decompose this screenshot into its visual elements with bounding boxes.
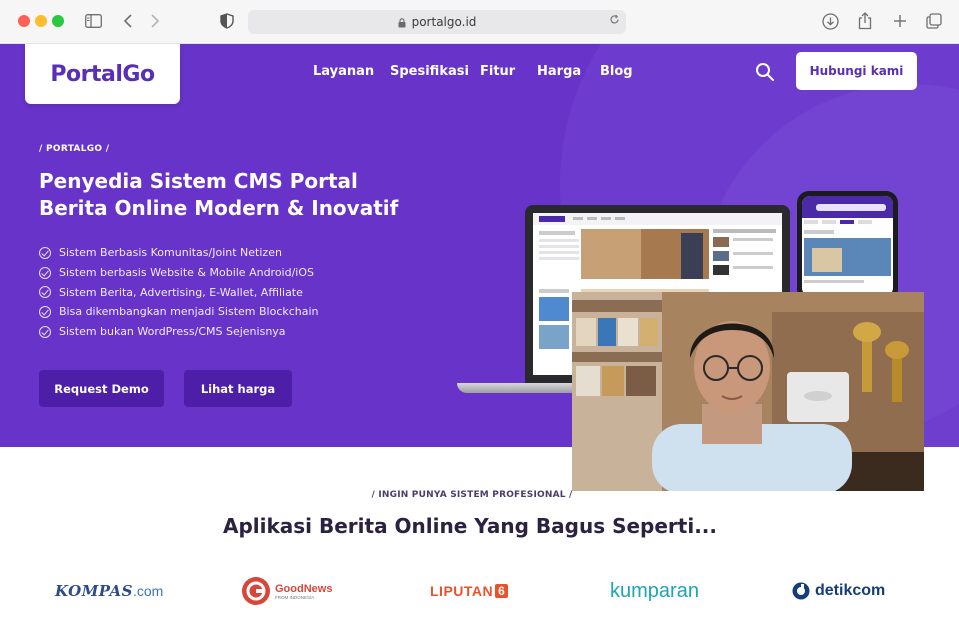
browser-toolbar: portalgo.id [0,0,959,44]
search-icon[interactable] [755,62,775,82]
partner-logo-liputan6[interactable]: LIPUTAN 6 [430,578,508,604]
liputan-number: 6 [495,584,508,598]
minimize-window-button[interactable] [35,15,47,27]
download-icon[interactable] [821,12,839,30]
nav-blog[interactable]: Blog [600,64,633,79]
share-icon[interactable] [856,12,874,30]
check-circle-icon [39,266,51,279]
new-tab-icon[interactable] [891,12,909,30]
check-circle-icon [39,325,51,338]
feature-item: Sistem berbasis Website & Mobile Android… [39,263,319,283]
hero-breadcrumb: / PORTALGO / [39,144,110,154]
view-pricing-button[interactable]: Lihat harga [184,370,292,407]
phone-mockup [797,191,898,301]
goodnews-emblem-icon [242,577,270,605]
reload-icon[interactable] [609,14,620,28]
kumparan-wordmark: kumparan [610,579,699,602]
phone-screen [802,196,893,296]
check-circle-icon [39,305,51,318]
feature-text: Sistem Berita, Advertising, E-Wallet, Af… [59,285,303,299]
close-window-button[interactable] [18,15,30,27]
feature-text: Sistem bukan WordPress/CMS Sejenisnya [59,325,286,339]
hero-title: Penyedia Sistem CMS Portal Berita Online… [39,169,399,220]
goodnews-text: GoodNews FROM INDONESIA [275,583,332,600]
address-bar[interactable]: portalgo.id [248,10,626,34]
goodnews-tagline: FROM INDONESIA [275,594,315,600]
url-text: portalgo.id [411,15,477,29]
nav-layanan[interactable]: Layanan [313,64,374,79]
privacy-shield-icon[interactable] [218,12,236,30]
nav-harga[interactable]: Harga [537,64,581,79]
partner-logo-kompas[interactable]: KOMPAS .com [55,578,163,604]
section-breadcrumb: / INGIN PUNYA SISTEM PROFESIONAL / [371,490,573,500]
webcam-video-overlay [572,292,924,491]
partner-logo-goodnews[interactable]: GoodNews FROM INDONESIA [241,577,332,605]
feature-item: Sistem Berbasis Komunitas/Joint Netizen [39,243,319,263]
back-icon[interactable] [119,12,137,30]
goodnews-wordmark: GoodNews [275,582,333,595]
feature-text: Bisa dikembangkan menjadi Sistem Blockch… [59,305,319,319]
contact-button[interactable]: Hubungi kami [796,52,917,90]
kompas-wordmark: KOMPAS [55,582,133,600]
detik-wordmark: detikcom [815,582,886,599]
feature-item: Sistem bukan WordPress/CMS Sejenisnya [39,322,319,342]
detik-emblem-icon [792,582,810,600]
site-logo[interactable]: PortalGo [25,44,180,104]
check-circle-icon [39,246,51,259]
feature-text: Sistem Berbasis Komunitas/Joint Netizen [59,246,282,260]
section-title: Aplikasi Berita Online Yang Bagus Sepert… [222,514,718,538]
zoom-window-button[interactable] [52,15,64,27]
partner-logo-detik[interactable]: detikcom [792,578,885,604]
feature-item: Bisa dikembangkan menjadi Sistem Blockch… [39,302,319,322]
forward-icon[interactable] [146,12,164,30]
partner-logo-kumparan[interactable]: kumparan [610,578,699,604]
feature-list: Sistem Berbasis Komunitas/Joint Netizen … [39,243,319,341]
kompas-domain: .com [132,583,164,599]
browser-window: portalgo.id PortalGo Layanan Spesifikasi… [0,0,959,644]
request-demo-button[interactable]: Request Demo [39,370,164,407]
sidebar-icon[interactable] [84,12,102,30]
nav-spesifikasi[interactable]: Spesifikasi [390,64,469,79]
liputan-wordmark: LIPUTAN [430,583,494,599]
logo-text: PortalGo [50,61,155,87]
feature-item: Sistem Berita, Advertising, E-Wallet, Af… [39,282,319,302]
nav-fitur[interactable]: Fitur [480,64,515,79]
tab-overview-icon[interactable] [925,12,943,30]
check-circle-icon [39,286,51,299]
lock-icon [398,17,406,28]
feature-text: Sistem berbasis Website & Mobile Android… [59,266,315,280]
